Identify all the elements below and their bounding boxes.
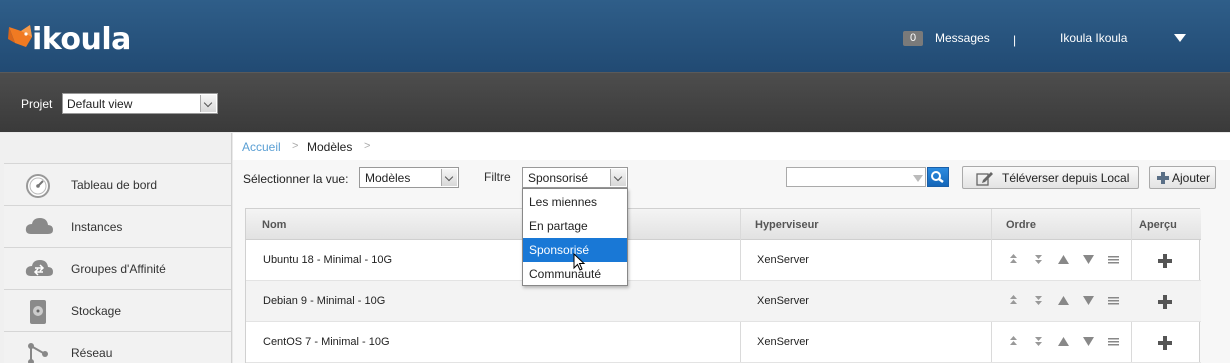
move-down-icon[interactable] bbox=[1081, 252, 1096, 267]
sidebar-item-affinity-groups[interactable]: Groupes d'Affinité bbox=[4, 247, 231, 289]
disk-icon bbox=[24, 299, 52, 324]
dashboard-icon bbox=[24, 173, 52, 198]
chevron-down-icon[interactable] bbox=[200, 95, 216, 112]
filter-select[interactable]: Sponsorisé bbox=[522, 167, 628, 188]
column-header-name[interactable]: Nom bbox=[262, 219, 286, 231]
drag-handle-icon[interactable] bbox=[1106, 252, 1121, 267]
chevron-down-icon[interactable] bbox=[610, 169, 626, 186]
column-header-order: Ordre bbox=[1006, 219, 1036, 231]
template-name: Ubuntu 18 - Minimal - 10G bbox=[263, 254, 392, 266]
template-name: Debian 9 - Minimal - 10G bbox=[263, 295, 386, 307]
move-down-icon[interactable] bbox=[1081, 334, 1096, 349]
template-name: CentOS 7 - Minimal - 10G bbox=[263, 336, 390, 348]
preview-plus-icon[interactable] bbox=[1157, 335, 1173, 351]
project-bar: Projet Default view bbox=[0, 72, 1230, 132]
sidebar-item-instances[interactable]: Instances bbox=[4, 205, 231, 247]
sidebar-item-label: Instances bbox=[71, 220, 123, 234]
sidebar-item-label: Stockage bbox=[71, 304, 122, 318]
view-select[interactable]: Modèles bbox=[359, 167, 459, 188]
chevron-down-icon[interactable] bbox=[441, 169, 457, 186]
move-bottom-icon[interactable] bbox=[1031, 334, 1046, 349]
sidebar-item-dashboard[interactable]: Tableau de bord bbox=[4, 163, 231, 205]
view-select-value: Modèles bbox=[365, 171, 411, 185]
template-hypervisor: XenServer bbox=[757, 336, 809, 348]
header-separator: | bbox=[1013, 33, 1017, 47]
main-content: Accueil > Modèles > Sélectionner la vue:… bbox=[233, 133, 1230, 363]
order-controls bbox=[1006, 252, 1121, 267]
sidebar: Tableau de bord Instances Groupes d'Affi… bbox=[0, 133, 232, 363]
network-icon bbox=[24, 341, 52, 363]
filter-dropdown-menu: Les miennes En partage Sponsorisé Commun… bbox=[522, 188, 628, 286]
move-top-icon[interactable] bbox=[1006, 293, 1021, 308]
fish-logo-icon bbox=[6, 21, 34, 55]
breadcrumb: Accueil > Modèles > bbox=[233, 133, 1230, 160]
move-up-icon[interactable] bbox=[1056, 293, 1071, 308]
user-menu-name[interactable]: Ikoula Ikoula bbox=[1060, 31, 1127, 45]
sidebar-item-network[interactable]: Réseau bbox=[4, 331, 231, 363]
sidebar-item-label: Tableau de bord bbox=[71, 178, 158, 192]
search-dropdown-caret-icon[interactable] bbox=[913, 175, 923, 182]
search-button[interactable] bbox=[927, 167, 949, 187]
plus-icon bbox=[1157, 172, 1169, 184]
filter-option-mine[interactable]: Les miennes bbox=[523, 190, 627, 214]
move-bottom-icon[interactable] bbox=[1031, 252, 1046, 267]
ikoula-logo[interactable]: ikoula bbox=[6, 18, 131, 57]
affinity-cloud-icon bbox=[24, 257, 53, 281]
table-row[interactable]: Debian 9 - Minimal - 10G XenServer bbox=[246, 281, 1201, 322]
project-select-value: Default view bbox=[67, 97, 133, 111]
filter-option-shared[interactable]: En partage bbox=[523, 214, 627, 238]
order-controls bbox=[1006, 334, 1121, 349]
breadcrumb-separator: > bbox=[292, 140, 299, 152]
drag-handle-icon[interactable] bbox=[1106, 293, 1121, 308]
add-button[interactable]: Ajouter bbox=[1149, 166, 1216, 189]
project-label: Projet bbox=[21, 97, 53, 111]
mouse-cursor-icon bbox=[573, 253, 586, 271]
messages-link[interactable]: Messages bbox=[935, 31, 990, 45]
move-down-icon[interactable] bbox=[1081, 293, 1096, 308]
move-up-icon[interactable] bbox=[1056, 334, 1071, 349]
sidebar-item-label: Réseau bbox=[71, 346, 113, 360]
project-select[interactable]: Default view bbox=[62, 93, 218, 114]
table-header: Nom Hyperviseur Ordre Aperçu bbox=[246, 209, 1201, 240]
search-icon bbox=[931, 171, 944, 183]
upload-from-local-button[interactable]: Téléverser depuis Local bbox=[962, 166, 1139, 189]
user-menu-caret-icon[interactable] bbox=[1174, 34, 1186, 42]
order-controls bbox=[1006, 293, 1121, 308]
filter-select-value: Sponsorisé bbox=[528, 171, 589, 185]
brand-name: ikoula bbox=[32, 22, 131, 57]
sidebar-item-storage[interactable]: Stockage bbox=[4, 289, 231, 331]
column-header-hypervisor[interactable]: Hyperviseur bbox=[755, 219, 819, 231]
move-bottom-icon[interactable] bbox=[1031, 293, 1046, 308]
preview-plus-icon[interactable] bbox=[1157, 253, 1173, 269]
add-button-label: Ajouter bbox=[1172, 171, 1211, 185]
move-top-icon[interactable] bbox=[1006, 334, 1021, 349]
preview-plus-icon[interactable] bbox=[1157, 294, 1173, 310]
top-header: ikoula 0 Messages | Ikoula Ikoula bbox=[0, 0, 1230, 72]
table-row[interactable]: CentOS 7 - Minimal - 10G XenServer bbox=[246, 322, 1201, 363]
breadcrumb-separator: > bbox=[364, 140, 371, 152]
table-row[interactable]: Ubuntu 18 - Minimal - 10G XenServer bbox=[246, 240, 1201, 281]
search-input[interactable] bbox=[786, 167, 926, 187]
move-up-icon[interactable] bbox=[1056, 252, 1071, 267]
sidebar-item-label: Groupes d'Affinité bbox=[71, 262, 166, 276]
cloud-icon bbox=[24, 215, 53, 239]
template-hypervisor: XenServer bbox=[757, 295, 809, 307]
move-top-icon[interactable] bbox=[1006, 252, 1021, 267]
filter-label: Filtre bbox=[484, 170, 511, 184]
template-hypervisor: XenServer bbox=[757, 254, 809, 266]
edit-upload-icon bbox=[976, 172, 993, 186]
breadcrumb-current: Modèles bbox=[307, 140, 353, 154]
messages-count-badge[interactable]: 0 bbox=[903, 31, 923, 46]
upload-button-label: Téléverser depuis Local bbox=[1002, 171, 1130, 185]
column-header-preview: Aperçu bbox=[1139, 219, 1177, 231]
breadcrumb-home-link[interactable]: Accueil bbox=[242, 140, 281, 154]
view-select-label: Sélectionner la vue: bbox=[243, 172, 349, 186]
templates-table: Nom Hyperviseur Ordre Aperçu Ubuntu 18 -… bbox=[245, 208, 1201, 363]
drag-handle-icon[interactable] bbox=[1106, 334, 1121, 349]
